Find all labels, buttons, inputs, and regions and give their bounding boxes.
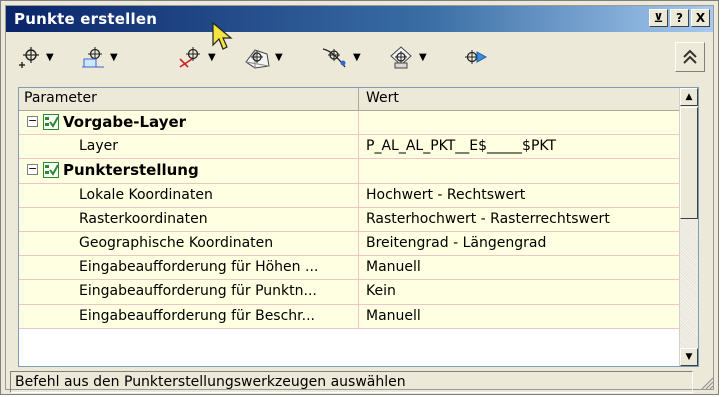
- property-row-hoehen-aufforderung[interactable]: Eingabeaufforderung für Höhen ... Manuel…: [19, 256, 680, 281]
- property-row-geographische-koordinaten[interactable]: Geographische Koordinaten Breitengrad - …: [19, 231, 680, 257]
- property-row-beschreibung-aufforderung[interactable]: Eingabeaufforderung für Beschr... Manuel…: [19, 304, 680, 329]
- chevron-down-icon[interactable]: ▼: [46, 52, 54, 63]
- transfer-point-tool[interactable]: [462, 44, 490, 70]
- scroll-up-button[interactable]: ▲: [680, 88, 698, 106]
- chevron-down-icon[interactable]: ▼: [110, 52, 118, 63]
- collapse-icon[interactable]: −: [27, 115, 38, 127]
- palette-frame: Punkte erstellen ⊻ ? X ▼ ▼ ▼ ▼ ▼ ▼ Param…: [5, 5, 714, 393]
- window-title: Punkte erstellen: [14, 10, 158, 28]
- property-value[interactable]: Manuell: [359, 256, 680, 280]
- collapse-icon[interactable]: −: [27, 163, 38, 176]
- property-row-punktnummer-aufforderung[interactable]: Eingabeaufforderung für Punktn... Kein: [19, 280, 680, 305]
- property-value[interactable]: Rasterhochwert - Rasterrechtswert: [359, 207, 680, 231]
- scroll-thumb[interactable]: [680, 107, 698, 219]
- property-label: Eingabeaufforderung für Punktn...: [19, 280, 359, 304]
- property-row-rasterkoordinaten[interactable]: Rasterkoordinaten Rasterhochwert - Raste…: [19, 207, 680, 232]
- property-label: Rasterkoordinaten: [19, 207, 359, 231]
- property-value[interactable]: P_AL_AL_PKT__E$_____$PKT: [359, 135, 680, 159]
- scroll-down-button[interactable]: ▼: [680, 348, 698, 366]
- chevron-down-icon[interactable]: ▼: [353, 52, 361, 63]
- property-row-lokale-koordinaten[interactable]: Lokale Koordinaten Hochwert - Rechtswert: [19, 183, 680, 208]
- column-header-wert[interactable]: Wert: [359, 88, 680, 110]
- mouse-cursor-icon: [212, 21, 233, 50]
- vertical-scrollbar[interactable]: ▲ ▼: [679, 88, 698, 366]
- help-button[interactable]: ?: [670, 9, 689, 27]
- property-label: Layer: [19, 135, 359, 159]
- chevron-down-icon[interactable]: ▼: [208, 52, 216, 63]
- property-value[interactable]: Hochwert - Rechtswert: [359, 183, 680, 207]
- category-check-icon: [43, 114, 59, 130]
- create-point-tool[interactable]: ▼: [16, 44, 54, 70]
- title-buttons: ⊻ ? X: [649, 9, 710, 27]
- resize-grip-icon[interactable]: [700, 376, 714, 390]
- point-interpolate-tool[interactable]: ▼: [80, 44, 118, 70]
- category-row-punkterstellung[interactable]: − Punkterstellung: [19, 159, 680, 184]
- property-value[interactable]: Manuell: [359, 304, 680, 328]
- polyline-point-icon: [390, 46, 412, 69]
- grid-rows: − Vorgabe-Layer Layer P_AL_AL_PKT__E$___…: [19, 111, 680, 329]
- property-label: Eingabeaufforderung für Beschr...: [19, 304, 359, 328]
- close-button[interactable]: X: [691, 9, 710, 27]
- category-label: Vorgabe-Layer: [63, 113, 187, 131]
- alignment-point-tool[interactable]: ▼: [321, 44, 361, 70]
- transfer-point-icon: [465, 50, 488, 64]
- property-label: Geographische Koordinaten: [19, 231, 359, 256]
- property-grid: Parameter Wert − Vorgabe-Layer Layer P_A…: [18, 87, 699, 367]
- category-value: [359, 159, 680, 182]
- polyline-point-tool[interactable]: ▼: [387, 44, 427, 70]
- property-value[interactable]: Breitengrad - Längengrad: [359, 231, 680, 256]
- property-row-layer[interactable]: Layer P_AL_AL_PKT__E$_____$PKT: [19, 135, 680, 160]
- toolbar: ▼ ▼ ▼ ▼ ▼ ▼: [6, 32, 713, 82]
- pin-button[interactable]: ⊻: [649, 9, 668, 27]
- property-value[interactable]: Kein: [359, 280, 680, 304]
- chevron-down-icon[interactable]: ▼: [419, 52, 427, 63]
- chevron-double-up-icon: [683, 49, 697, 64]
- surface-point-tool[interactable]: ▼: [243, 44, 283, 70]
- point-interpolate-icon: [82, 47, 104, 68]
- category-row-vorgabe-layer[interactable]: − Vorgabe-Layer: [19, 111, 680, 136]
- title-bar[interactable]: Punkte erstellen ⊻ ? X: [6, 6, 713, 32]
- chevron-down-icon[interactable]: ▼: [275, 52, 283, 63]
- grid-header: Parameter Wert: [19, 88, 680, 111]
- category-label: Punkterstellung: [63, 161, 199, 180]
- category-check-icon: [43, 162, 59, 179]
- surface-point-icon: [245, 49, 270, 69]
- column-header-parameter[interactable]: Parameter: [19, 88, 359, 110]
- collapse-button[interactable]: [675, 42, 705, 72]
- palette-window: Punkte erstellen ⊻ ? X ▼ ▼ ▼ ▼ ▼ ▼ Param…: [0, 0, 719, 395]
- create-point-icon: [19, 47, 39, 68]
- property-label: Lokale Koordinaten: [19, 183, 359, 207]
- category-value: [359, 111, 680, 134]
- point-slope-icon: [179, 47, 200, 68]
- property-label: Eingabeaufforderung für Höhen ...: [19, 256, 359, 280]
- status-bar: Befehl aus den Punkterstellungswerkzeuge…: [10, 371, 693, 393]
- alignment-point-icon: [322, 48, 346, 68]
